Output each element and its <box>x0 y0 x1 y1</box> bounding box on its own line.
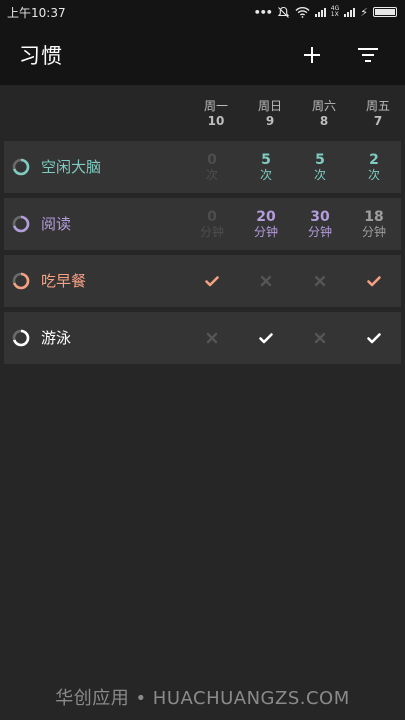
habit-name: 空闲大脑 <box>41 158 102 176</box>
habit-day-unit: 次 <box>205 167 218 182</box>
habit-day-cell[interactable] <box>347 312 401 364</box>
habit-score-ring-icon <box>12 215 30 233</box>
cross-icon <box>206 332 218 344</box>
mute-bell-icon <box>277 6 289 18</box>
status-bar: 上午10:37 ••• 4G 1X ⚡ <box>0 0 405 24</box>
filter-icon <box>358 47 378 62</box>
check-icon <box>205 276 219 287</box>
habit-name: 阅读 <box>41 215 72 233</box>
day-column-header: 周六 8 <box>311 99 336 128</box>
cross-icon <box>260 275 272 287</box>
habit-day-unit: 分钟 <box>199 224 224 239</box>
habit-day-cell[interactable] <box>293 255 347 307</box>
add-habit-button[interactable] <box>291 34 333 76</box>
habit-day-cell[interactable]: 0次 <box>185 141 239 193</box>
page-title: 习惯 <box>19 43 63 68</box>
habit-day-unit: 分钟 <box>361 224 386 239</box>
habit-day-cell[interactable] <box>293 312 347 364</box>
habit-day-cell[interactable]: 5次 <box>293 141 347 193</box>
check-icon <box>367 333 381 344</box>
habit-name: 游泳 <box>41 329 72 347</box>
habit-day-value: 20 <box>256 208 276 225</box>
habit-row[interactable]: 空闲大脑 0 次 5 次 5 次 2 次 <box>4 141 401 193</box>
habit-day-value: 18 <box>364 208 384 225</box>
habit-day-unit: 次 <box>367 167 380 182</box>
habit-day-cell[interactable]: 2次 <box>347 141 401 193</box>
habit-day-cell[interactable] <box>185 312 239 364</box>
habit-day-cell[interactable] <box>185 255 239 307</box>
habit-day-value: 30 <box>310 208 330 225</box>
charging-icon: ⚡ <box>360 5 368 19</box>
battery-icon <box>373 7 397 17</box>
filter-button[interactable] <box>347 34 389 76</box>
habit-score-ring-icon <box>12 158 30 176</box>
habit-day-value: 5 <box>261 151 271 168</box>
habit-day-unit: 分钟 <box>253 224 278 239</box>
habit-day-cell[interactable]: 0 分钟 <box>185 198 239 250</box>
habit-score-ring-icon <box>12 272 30 290</box>
status-icons: ••• 4G 1X ⚡ <box>254 6 397 19</box>
habit-row[interactable]: 阅读 0 分钟 20 分钟 30 分钟 18 分钟 <box>4 198 401 250</box>
habit-row[interactable]: 游泳 <box>4 312 401 364</box>
habit-day-cell[interactable]: 5次 <box>239 141 293 193</box>
habit-day-cell[interactable]: 18 分钟 <box>347 198 401 250</box>
network-type: 4G 1X <box>330 5 340 18</box>
signal-icon <box>314 7 326 17</box>
day-column-header: 周日 9 <box>257 99 282 128</box>
day-column-header: 周一 10 <box>203 99 228 128</box>
day-header: 周一 10 周日 9 周六 8 周五 7 <box>0 85 405 140</box>
day-column-header: 周五 7 <box>365 99 390 128</box>
habit-day-cell[interactable]: 30 分钟 <box>293 198 347 250</box>
cross-icon <box>314 275 326 287</box>
check-icon <box>259 333 273 344</box>
habit-day-unit: 次 <box>259 167 272 182</box>
habit-row[interactable]: 吃早餐 <box>4 255 401 307</box>
cross-icon <box>314 332 326 344</box>
habit-day-value: 0 <box>207 208 217 225</box>
habit-day-cell[interactable]: 20 分钟 <box>239 198 293 250</box>
signal-icon-2 <box>344 7 356 17</box>
status-time: 上午10:37 <box>7 5 66 20</box>
habit-day-unit: 分钟 <box>307 224 332 239</box>
habit-day-value: 2 <box>369 151 379 168</box>
habit-day-unit: 次 <box>313 167 326 182</box>
habit-day-value: 5 <box>315 151 325 168</box>
habit-name: 吃早餐 <box>41 272 87 290</box>
habit-day-cell[interactable] <box>239 312 293 364</box>
plus-icon <box>304 46 320 63</box>
habit-day-cell[interactable] <box>239 255 293 307</box>
more-dots-icon: ••• <box>253 5 273 19</box>
habit-score-ring-icon <box>12 329 30 347</box>
app-bar: 习惯 <box>0 24 405 85</box>
habit-day-value: 0 <box>207 151 217 168</box>
wifi-icon <box>295 7 310 18</box>
check-icon <box>367 276 381 287</box>
watermark: 华创应用 • HUACHUANGZS.COM <box>55 688 350 709</box>
habit-day-cell[interactable] <box>347 255 401 307</box>
